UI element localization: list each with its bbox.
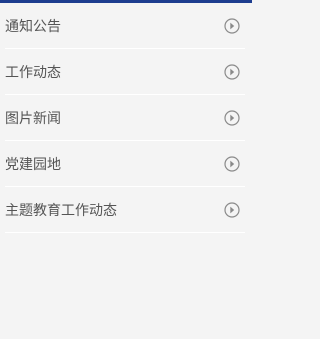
menu-item-label: 通知公告	[5, 18, 61, 35]
menu-item-theme-education[interactable]: 主题教育工作动态	[5, 187, 245, 233]
menu-item-label: 工作动态	[5, 64, 61, 81]
chevron-circle-right-icon	[224, 155, 240, 172]
menu-item-label: 党建园地	[5, 156, 61, 173]
chevron-circle-right-icon	[224, 63, 240, 80]
category-menu: 通知公告 工作动态 图片新闻 党建园地 主题教育工作动态	[0, 3, 245, 233]
menu-item-photo-news[interactable]: 图片新闻	[5, 95, 245, 141]
menu-item-party-building[interactable]: 党建园地	[5, 141, 245, 187]
chevron-circle-right-icon	[224, 201, 240, 218]
menu-item-label: 图片新闻	[5, 110, 61, 127]
chevron-circle-right-icon	[224, 109, 240, 126]
menu-item-notices[interactable]: 通知公告	[5, 3, 245, 49]
menu-item-label: 主题教育工作动态	[5, 202, 117, 219]
menu-item-work-news[interactable]: 工作动态	[5, 49, 245, 95]
chevron-circle-right-icon	[224, 17, 240, 34]
